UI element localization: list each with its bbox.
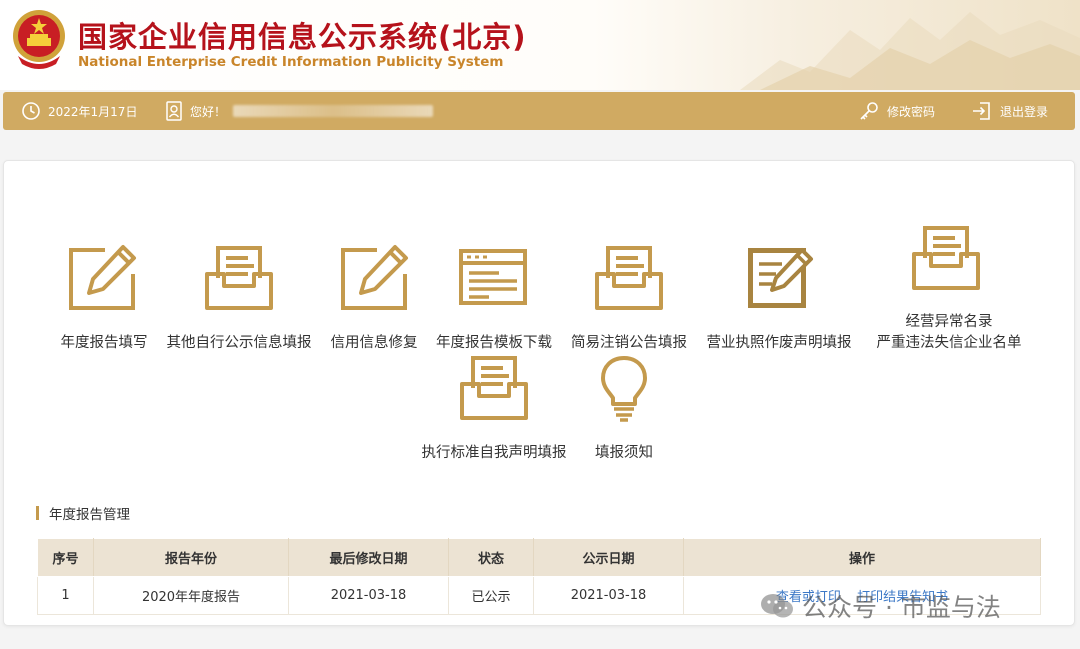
mountain-decoration: [740, 12, 1080, 90]
tile-label: 填报须知: [595, 445, 653, 461]
user-badge-icon: [166, 101, 182, 121]
cell-published: 2021-03-18: [533, 576, 684, 615]
logout-label: 退出登录: [1000, 104, 1049, 119]
site-subtitle: National Enterprise Credit Information P…: [78, 54, 504, 70]
key-icon: [860, 102, 878, 120]
tile-simple-deregistration[interactable]: 简易注销公告填报: [564, 241, 694, 351]
inbox-icon: [595, 246, 663, 310]
watermark-text: 公众号 · 市监与法: [802, 593, 1001, 622]
tile-label: 信用信息修复: [330, 335, 418, 351]
inbox-icon: [912, 226, 980, 290]
column-header: 报告年份: [93, 538, 289, 577]
greeting-text: 您好！: [190, 104, 227, 119]
wechat-icon: [761, 594, 793, 618]
tile-abnormal-list[interactable]: 经营异常名录 严重违法失信企业名单: [864, 221, 1034, 351]
tile-label: 执行标准自我声明填报: [421, 445, 567, 461]
site-title: 国家企业信用信息公示系统(北京): [78, 20, 527, 54]
edit-document-icon: [748, 248, 813, 308]
tile-template-download[interactable]: 年度报告模板下载: [429, 241, 559, 351]
table-header-row: 序号 报告年份 最后修改日期 状态 公示日期 操作: [37, 538, 1041, 577]
cell-no: 1: [37, 576, 94, 615]
user-toolbar: 2022年1月17日 您好！ 修改密码 退出登录: [3, 92, 1075, 130]
inbox-icon: [460, 356, 528, 420]
logout-button[interactable]: 退出登录: [971, 92, 1048, 130]
redacted-username: [233, 105, 434, 117]
tile-label-secondary: 严重违法失信企业名单: [876, 335, 1022, 351]
tile-label: 经营异常名录: [905, 314, 993, 330]
browser-window-icon: [459, 249, 527, 305]
wechat-watermark: 公众号 · 市监与法: [760, 588, 1001, 624]
column-header: 序号: [37, 538, 94, 577]
tile-credit-repair[interactable]: 信用信息修复: [324, 241, 424, 351]
user-greeting: 您好！: [165, 92, 434, 130]
tile-label: 其他自行公示信息填报: [166, 335, 312, 351]
lightbulb-icon: [601, 356, 647, 422]
cell-year: 2020年年度报告: [93, 576, 289, 615]
tile-annual-report-fill[interactable]: 年度报告填写: [54, 241, 154, 351]
cell-status: 已公示: [448, 576, 534, 615]
section-title: 年度报告管理: [49, 507, 130, 523]
site-header: 国家企业信用信息公示系统(北京) National Enterprise Cre…: [0, 0, 1080, 90]
current-date: 2022年1月17日: [48, 104, 138, 119]
cell-modified: 2021-03-18: [288, 576, 449, 615]
column-header: 操作: [683, 538, 1041, 577]
tile-label: 年度报告填写: [60, 335, 148, 351]
column-header: 状态: [448, 538, 534, 577]
tile-license-void[interactable]: 营业执照作废声明填报: [699, 241, 859, 351]
date-display: 2022年1月17日: [21, 92, 137, 130]
column-header: 最后修改日期: [288, 538, 449, 577]
clock-icon: [22, 102, 40, 120]
tile-filing-notice[interactable]: 填报须知: [579, 351, 669, 461]
section-marker: [36, 506, 39, 520]
change-password-button[interactable]: 修改密码: [858, 92, 935, 130]
tile-standard-declaration[interactable]: 执行标准自我声明填报: [414, 351, 574, 461]
national-emblem-icon: [13, 10, 65, 69]
logout-icon: [973, 102, 990, 120]
inbox-icon: [205, 246, 273, 310]
change-password-label: 修改密码: [887, 104, 936, 119]
pencil-icon: [341, 245, 408, 310]
tile-label: 简易注销公告填报: [571, 335, 687, 351]
tile-label: 营业执照作废声明填报: [706, 335, 852, 351]
main-panel: 年度报告填写 其他自行公示信息填报 信用信息修复 年度报告模板下载 简易注销公告…: [3, 160, 1075, 626]
tile-label: 年度报告模板下载: [436, 335, 552, 351]
tile-other-public-info[interactable]: 其他自行公示信息填报: [159, 241, 319, 351]
column-header: 公示日期: [533, 538, 684, 577]
pencil-icon: [69, 245, 136, 310]
section-annual-report-management: 年度报告管理: [36, 504, 130, 523]
